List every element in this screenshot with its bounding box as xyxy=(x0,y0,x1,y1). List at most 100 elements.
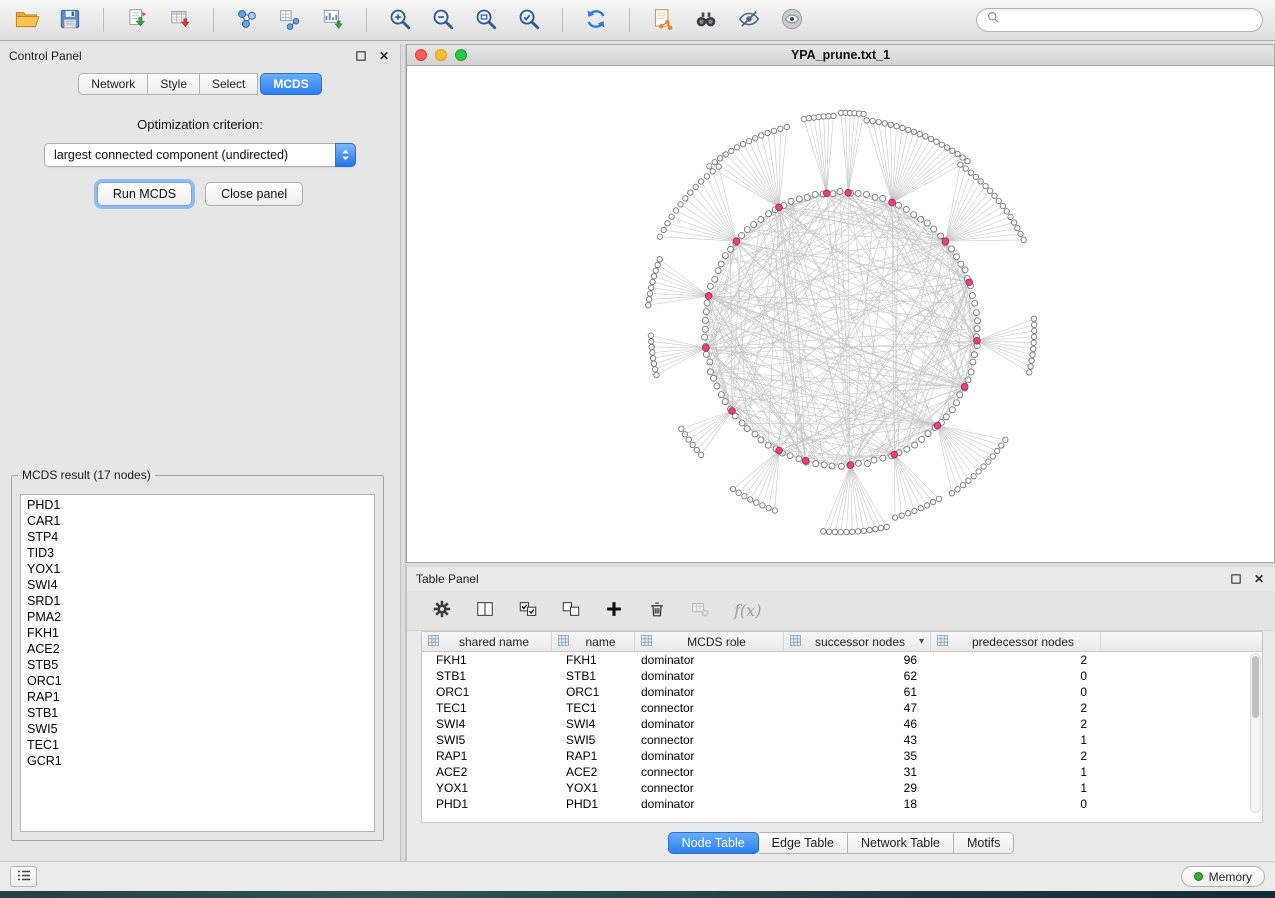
scrollbar-thumb[interactable] xyxy=(1252,656,1259,718)
tab-select[interactable]: Select xyxy=(200,73,258,95)
table-cell[interactable]: connector xyxy=(635,732,784,748)
function-builder-button[interactable]: f(x) xyxy=(734,601,761,620)
table-disabled-button[interactable] xyxy=(687,597,713,625)
table-cell[interactable]: connector xyxy=(635,764,784,780)
tab-network-table[interactable]: Network Table xyxy=(848,832,954,854)
table-cell[interactable]: 1 xyxy=(931,780,1101,796)
table-row[interactable]: RAP1RAP1dominator352 xyxy=(422,748,1262,764)
search-box[interactable] xyxy=(976,8,1263,32)
table-cell[interactable]: 1 xyxy=(931,764,1101,780)
tab-mcds[interactable]: MCDS xyxy=(260,73,321,95)
table-cell[interactable]: PHD1 xyxy=(552,796,635,812)
search-binoculars-button[interactable] xyxy=(691,4,721,36)
mcds-result-item[interactable]: PHD1 xyxy=(27,497,374,513)
delete-row-button[interactable] xyxy=(644,597,670,625)
optimization-criterion-select[interactable]: largest connected component (undirected) xyxy=(44,143,356,167)
table-cell[interactable]: PHD1 xyxy=(422,796,552,812)
import-table-button[interactable] xyxy=(165,4,195,36)
table-row[interactable]: PHD1PHD1dominator180 xyxy=(422,796,1262,812)
mcds-result-item[interactable]: SRD1 xyxy=(27,593,374,609)
table-cell[interactable]: 61 xyxy=(784,684,931,700)
table-cell[interactable]: FKH1 xyxy=(422,652,552,668)
memory-button[interactable]: Memory xyxy=(1181,866,1265,887)
column-header-mcds-role[interactable]: MCDS role xyxy=(635,632,784,651)
mcds-result-item[interactable]: TID3 xyxy=(27,545,374,561)
mcds-result-item[interactable]: PMA2 xyxy=(27,609,374,625)
table-row[interactable]: ORC1ORC1dominator610 xyxy=(422,684,1262,700)
add-row-button[interactable] xyxy=(601,597,627,625)
zoom-fit-button[interactable] xyxy=(471,4,501,36)
table-cell[interactable]: 2 xyxy=(931,700,1101,716)
table-cell[interactable]: 43 xyxy=(784,732,931,748)
table-row[interactable]: SWI4SWI4dominator462 xyxy=(422,716,1262,732)
float-table-panel-icon[interactable] xyxy=(1229,572,1243,586)
table-cell[interactable]: YOX1 xyxy=(552,780,635,796)
mcds-result-item[interactable]: GCR1 xyxy=(27,753,374,769)
column-header-predecessor-nodes[interactable]: predecessor nodes xyxy=(931,632,1101,651)
tab-edge-table[interactable]: Edge Table xyxy=(759,832,848,854)
show-eye-button[interactable] xyxy=(777,4,807,36)
table-cell[interactable]: SWI4 xyxy=(552,716,635,732)
network-from-chart-button[interactable] xyxy=(318,4,348,36)
tab-motifs[interactable]: Motifs xyxy=(954,832,1014,854)
hide-details-button[interactable] xyxy=(734,4,764,36)
run-mcds-button[interactable]: Run MCDS xyxy=(97,182,192,206)
table-cell[interactable]: YOX1 xyxy=(422,780,552,796)
mcds-result-item[interactable]: TEC1 xyxy=(27,737,374,753)
table-cell[interactable]: STB1 xyxy=(422,668,552,684)
table-scrollbar[interactable] xyxy=(1250,653,1261,813)
export-network-button[interactable] xyxy=(648,4,678,36)
window-minimize-button[interactable] xyxy=(435,49,447,61)
table-cell[interactable]: 0 xyxy=(931,684,1101,700)
table-cell[interactable]: 96 xyxy=(784,652,931,668)
mcds-result-item[interactable]: CAR1 xyxy=(27,513,374,529)
table-cell[interactable]: STB1 xyxy=(552,668,635,684)
window-close-button[interactable] xyxy=(415,49,427,61)
network-from-table-button[interactable] xyxy=(275,4,305,36)
column-header-name[interactable]: name xyxy=(552,632,635,651)
table-cell[interactable]: ORC1 xyxy=(552,684,635,700)
table-cell[interactable]: dominator xyxy=(635,684,784,700)
table-cell[interactable]: 0 xyxy=(931,668,1101,684)
tab-node-table[interactable]: Node Table xyxy=(668,832,759,854)
table-cell[interactable]: dominator xyxy=(635,716,784,732)
table-cell[interactable]: SWI4 xyxy=(422,716,552,732)
column-menu-icon[interactable]: ▾ xyxy=(919,636,924,647)
table-cell[interactable]: 47 xyxy=(784,700,931,716)
mcds-result-item[interactable]: STB5 xyxy=(27,657,374,673)
table-cell[interactable]: SWI5 xyxy=(552,732,635,748)
table-cell[interactable]: RAP1 xyxy=(422,748,552,764)
tab-network[interactable]: Network xyxy=(78,73,148,95)
mcds-result-item[interactable]: STP4 xyxy=(27,529,374,545)
table-cell[interactable]: 2 xyxy=(931,652,1101,668)
table-cell[interactable]: dominator xyxy=(635,748,784,764)
table-row[interactable]: STB1STB1dominator620 xyxy=(422,668,1262,684)
deselect-all-button[interactable] xyxy=(558,597,584,625)
save-button[interactable] xyxy=(55,4,85,36)
mcds-result-item[interactable]: ORC1 xyxy=(27,673,374,689)
table-cell[interactable]: 18 xyxy=(784,796,931,812)
zoom-selected-button[interactable] xyxy=(514,4,544,36)
table-row[interactable]: TEC1TEC1connector472 xyxy=(422,700,1262,716)
table-cell[interactable]: 2 xyxy=(931,748,1101,764)
table-cell[interactable]: dominator xyxy=(635,652,784,668)
tab-style[interactable]: Style xyxy=(148,73,200,95)
mcds-result-item[interactable]: SWI4 xyxy=(27,577,374,593)
zoom-out-button[interactable] xyxy=(428,4,458,36)
table-cell[interactable]: connector xyxy=(635,780,784,796)
mcds-result-item[interactable]: RAP1 xyxy=(27,689,374,705)
table-cell[interactable]: TEC1 xyxy=(552,700,635,716)
table-cell[interactable]: dominator xyxy=(635,796,784,812)
table-cell[interactable]: 0 xyxy=(931,796,1101,812)
table-cell[interactable]: SWI5 xyxy=(422,732,552,748)
table-cell[interactable]: 31 xyxy=(784,764,931,780)
show-panels-button[interactable] xyxy=(10,866,37,887)
table-cell[interactable]: ACE2 xyxy=(552,764,635,780)
table-cell[interactable]: TEC1 xyxy=(422,700,552,716)
table-cell[interactable]: 62 xyxy=(784,668,931,684)
table-row[interactable]: FKH1FKH1dominator962 xyxy=(422,652,1262,668)
table-cell[interactable]: ORC1 xyxy=(422,684,552,700)
gear-button[interactable] xyxy=(429,597,455,625)
mcds-result-item[interactable]: ACE2 xyxy=(27,641,374,657)
columns-button[interactable] xyxy=(472,597,498,625)
